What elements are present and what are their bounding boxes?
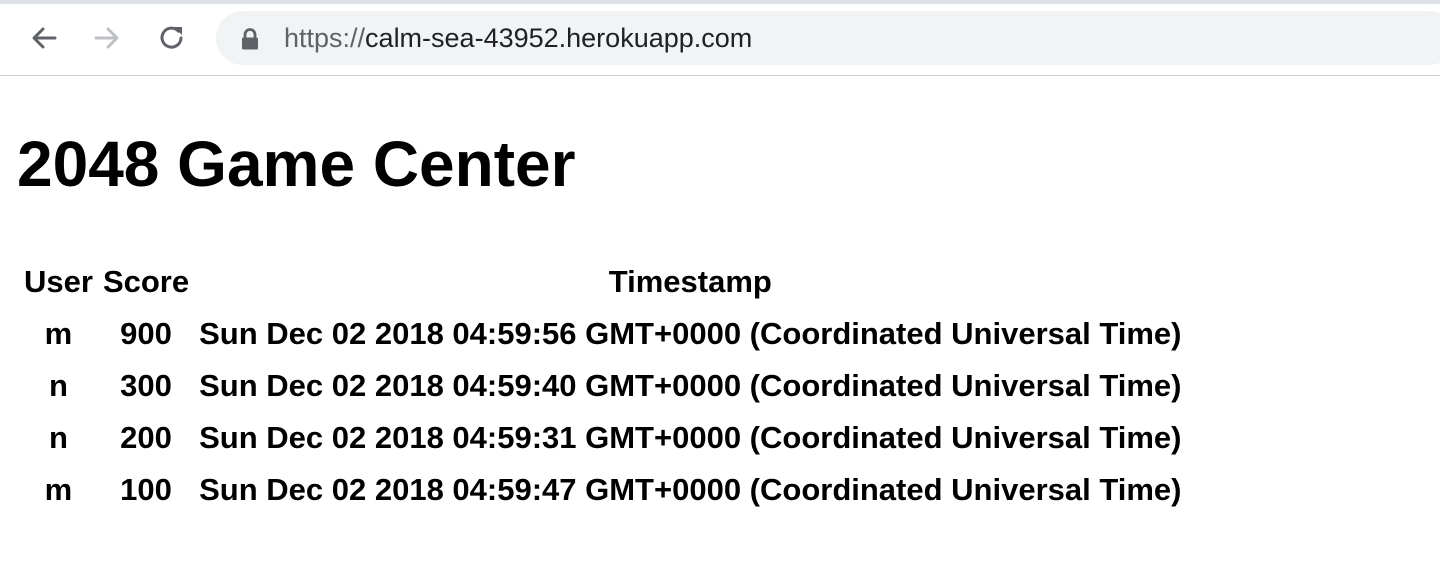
cell-score: 200 — [120, 420, 172, 455]
reload-icon — [160, 26, 183, 49]
cell-user: n — [49, 420, 68, 455]
column-header-score: Score — [102, 264, 190, 299]
column-header-timestamp: Timestamp — [608, 264, 772, 299]
cell-timestamp: Sun Dec 02 2018 04:59:40 GMT+0000 (Coord… — [199, 368, 1182, 403]
url-scheme: https:// — [284, 23, 366, 53]
cell-score: 300 — [120, 368, 172, 403]
forward-button[interactable] — [87, 18, 127, 58]
cell-timestamp: Sun Dec 02 2018 04:59:56 GMT+0000 (Coord… — [199, 316, 1182, 351]
cell-timestamp: Sun Dec 02 2018 04:59:47 GMT+0000 (Coord… — [199, 472, 1182, 507]
table-header-row: User Score Timestamp — [21, 256, 1184, 308]
url-host: calm-sea-43952.herokuapp.com — [365, 23, 753, 53]
column-header-user: User — [24, 264, 93, 299]
url-text[interactable]: https://calm-sea-43952.herokuapp.com — [284, 11, 752, 65]
table-row: m 900 Sun Dec 02 2018 04:59:56 GMT+0000 … — [21, 308, 1184, 360]
browser-toolbar: https://calm-sea-43952.herokuapp.com — [0, 0, 1440, 76]
tab-strip-edge — [0, 0, 1440, 4]
page-content: 2048 Game Center User Score Timestamp m … — [0, 76, 1440, 578]
back-arrow-icon — [32, 27, 57, 49]
forward-arrow-icon — [94, 27, 119, 49]
cell-score: 100 — [120, 472, 172, 507]
cell-user: n — [49, 368, 68, 403]
address-bar[interactable]: https://calm-sea-43952.herokuapp.com — [216, 11, 1440, 65]
scores-table: User Score Timestamp m 900 Sun Dec 02 20… — [17, 256, 1188, 516]
table-row: n 300 Sun Dec 02 2018 04:59:40 GMT+0000 … — [21, 360, 1184, 412]
page-title: 2048 Game Center — [17, 128, 576, 200]
cell-user: m — [44, 316, 73, 351]
cell-user: m — [44, 472, 73, 507]
cell-score: 900 — [120, 316, 172, 351]
reload-button[interactable] — [152, 18, 192, 58]
table-row: m 100 Sun Dec 02 2018 04:59:47 GMT+0000 … — [21, 464, 1184, 516]
back-button[interactable] — [24, 18, 64, 58]
lock-icon[interactable] — [240, 27, 260, 56]
cell-timestamp: Sun Dec 02 2018 04:59:31 GMT+0000 (Coord… — [199, 420, 1182, 455]
table-row: n 200 Sun Dec 02 2018 04:59:31 GMT+0000 … — [21, 412, 1184, 464]
